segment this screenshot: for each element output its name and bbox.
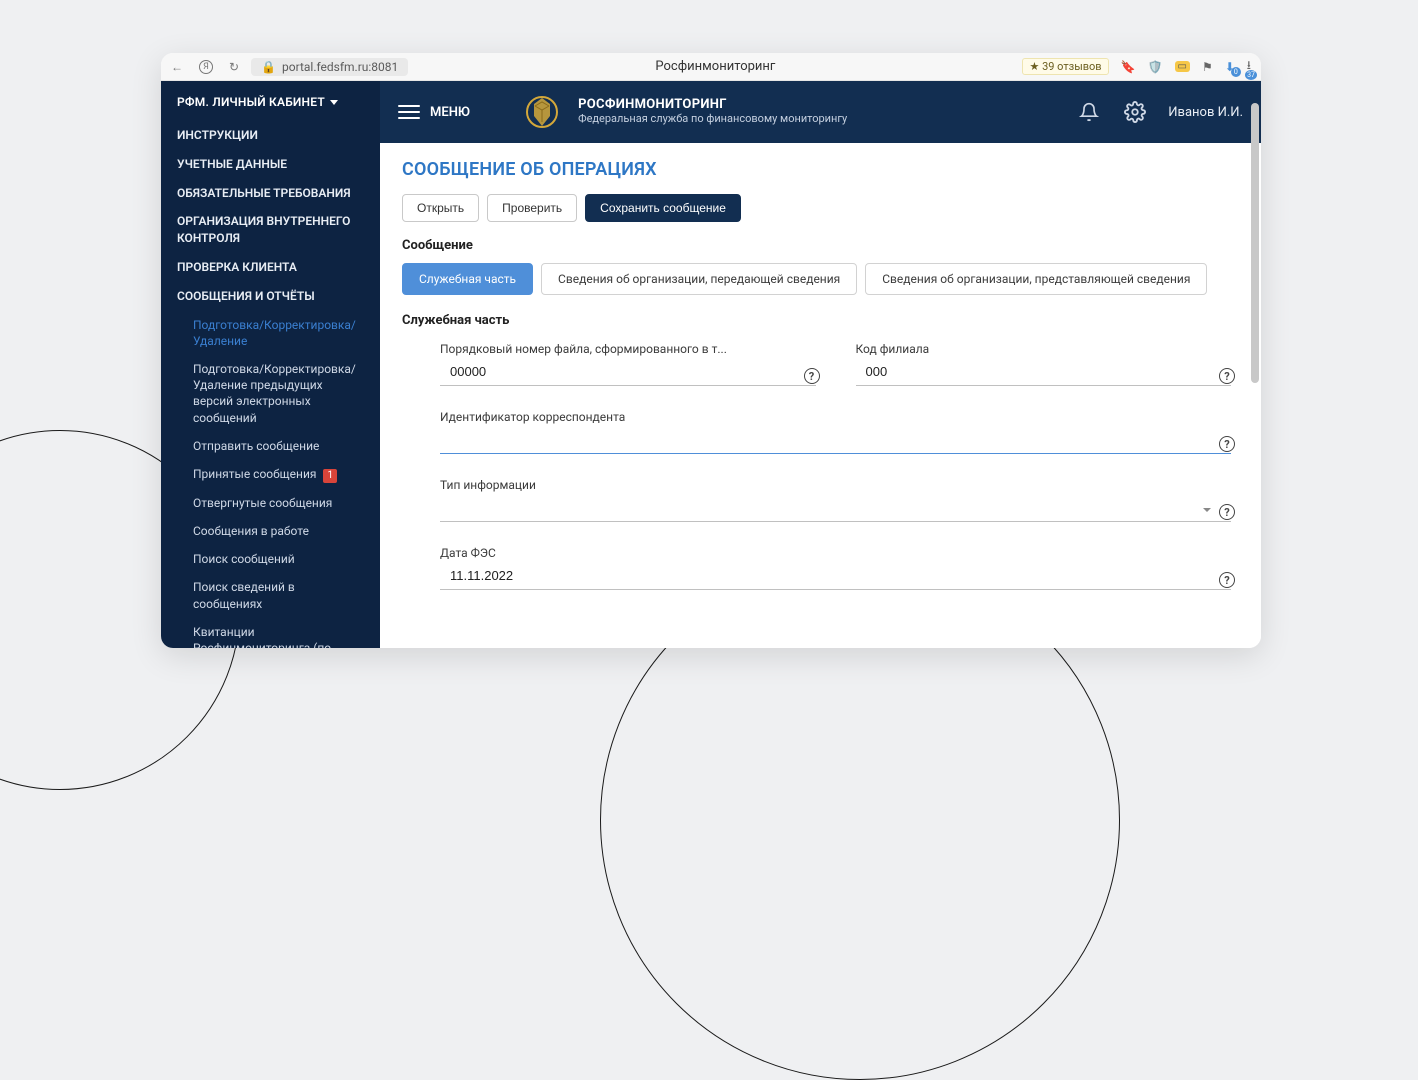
branch-code-label: Код филиала [856,342,1232,356]
file-seq-input[interactable] [440,360,816,386]
sidebar-sub-search-messages[interactable]: Поиск сообщений [161,545,380,573]
help-icon[interactable]: ? [804,368,820,384]
sidebar-sub-in-progress[interactable]: Сообщения в работе [161,517,380,545]
sidebar-item-client-check[interactable]: ПРОВЕРКА КЛИЕНТА [161,253,380,282]
extension-icon-1[interactable]: 🛡️ [1148,60,1163,74]
sidebar-head[interactable]: РФМ. ЛИЧНЫЙ КАБИНЕТ [161,95,380,121]
notifications-icon[interactable] [1076,99,1102,125]
download-icon[interactable]: ⭳37 [1247,56,1251,77]
sidebar-item-messages-reports[interactable]: СООБЩЕНИЯ И ОТЧЁТЫ [161,282,380,311]
address-bar[interactable]: 🔒 portal.fedsfm.ru:8081 [251,58,408,76]
lock-icon: 🔒 [261,60,276,74]
extension-icon-4[interactable]: ⬇0 [1225,60,1235,74]
extension-icon-2[interactable]: ▭ [1175,61,1190,72]
sidebar-item-account-data[interactable]: УЧЕТНЫЕ ДАННЫЕ [161,150,380,179]
sidebar-sub-prepare-edit-delete[interactable]: Подготовка/Корректировка/Удаление [161,311,380,355]
reload-icon[interactable]: ↻ [229,60,239,74]
yandex-icon[interactable]: Я [199,60,213,74]
scrollbar-thumb[interactable] [1251,103,1259,383]
sidebar-sub-send-message[interactable]: Отправить сообщение [161,432,380,460]
form-area: Порядковый номер файла, сформированного … [402,342,1239,590]
back-icon[interactable]: ← [171,60,183,74]
address-text: portal.fedsfm.ru:8081 [282,60,398,74]
branch-code-input[interactable] [856,360,1232,386]
info-type-select[interactable] [440,496,1231,522]
open-button[interactable]: Открыть [402,194,479,222]
sidebar-sub-rejected[interactable]: Отвергнутые сообщения [161,489,380,517]
chevron-down-icon [1203,508,1211,512]
brand: РОСФИНМОНИТОРИНГ Федеральная служба по ф… [520,90,847,134]
tab-org-transmitting[interactable]: Сведения об организации, передающей свед… [541,263,857,295]
sub-title: Служебная часть [402,313,1239,328]
scrollbar[interactable] [1251,83,1259,646]
brand-subtitle: Федеральная служба по финансовому монито… [578,112,847,126]
browser-toolbar: ← Я ↻ 🔒 portal.fedsfm.ru:8081 Росфинмони… [161,53,1261,81]
check-button[interactable]: Проверить [487,194,577,222]
bookmark-icon[interactable]: 🔖 [1121,60,1136,74]
sidebar-sub-search-data[interactable]: Поиск сведений в сообщениях [161,573,380,617]
user-name[interactable]: Иванов И.И. [1168,105,1243,120]
file-seq-label: Порядковый номер файла, сформированного … [440,342,816,356]
menu-label: МЕНЮ [430,105,470,120]
sidebar-item-instructions[interactable]: ИНСТРУКЦИИ [161,121,380,150]
settings-icon[interactable] [1122,99,1148,125]
page-title: СООБЩЕНИЕ ОБ ОПЕРАЦИЯХ [402,159,1239,180]
help-icon[interactable]: ? [1219,436,1235,452]
badge-count: 1 [323,469,337,483]
tab-service-part[interactable]: Служебная часть [402,263,533,295]
fes-date-label: Дата ФЭС [440,546,1231,560]
section-label: Сообщение [402,238,1239,253]
extension-icon-3[interactable]: ⚑ [1202,60,1213,74]
sidebar-head-label: РФМ. ЛИЧНЫЙ КАБИНЕТ [177,95,325,109]
brand-title: РОСФИНМОНИТОРИНГ [578,97,847,112]
tab-org-representing[interactable]: Сведения об организации, представляющей … [865,263,1207,295]
menu-button[interactable]: МЕНЮ [398,105,470,120]
caret-down-icon [330,100,338,105]
help-icon[interactable]: ? [1219,572,1235,588]
browser-window: ← Я ↻ 🔒 portal.fedsfm.ru:8081 Росфинмони… [161,53,1261,648]
info-type-label: Тип информации [440,478,1231,492]
action-row: Открыть Проверить Сохранить сообщение [402,194,1239,222]
page-tab-title: Росфинмониторинг [420,59,1010,74]
save-button[interactable]: Сохранить сообщение [585,194,741,222]
fes-date-input[interactable] [440,564,1231,590]
main-area: МЕНЮ РОСФИНМОНИТОРИНГ Федеральная служба… [380,81,1261,648]
sidebar-item-requirements[interactable]: ОБЯЗАТЕЛЬНЫЕ ТРЕБОВАНИЯ [161,179,380,208]
emblem-icon [520,90,564,134]
tab-row: Служебная часть Сведения об организации,… [402,263,1239,295]
help-icon[interactable]: ? [1219,368,1235,384]
help-icon[interactable]: ? [1219,504,1235,520]
sidebar-sub-receipts[interactable]: Квитанции Росфинмониторинга (по месяцам) [161,618,380,648]
content: СООБЩЕНИЕ ОБ ОПЕРАЦИЯХ Открыть Проверить… [380,143,1261,648]
topbar: МЕНЮ РОСФИНМОНИТОРИНГ Федеральная служба… [380,81,1261,143]
sidebar-sub-prepare-prev-versions[interactable]: Подготовка/Корректировка/Удаление предыд… [161,355,380,432]
sidebar: РФМ. ЛИЧНЫЙ КАБИНЕТ ИНСТРУКЦИИ УЧЕТНЫЕ Д… [161,81,380,648]
hamburger-icon [398,105,420,119]
reviews-badge[interactable]: ★ 39 отзывов [1022,58,1108,75]
sidebar-item-internal-control[interactable]: ОРГАНИЗАЦИЯ ВНУТРЕННЕГО КОНТРОЛЯ [161,207,380,253]
correspondent-id-input[interactable] [440,428,1231,454]
sidebar-sub-accepted[interactable]: Принятые сообщения 1 [161,460,380,489]
correspondent-id-label: Идентификатор корреспондента [440,410,1231,424]
sidebar-sub-label: Принятые сообщения [193,467,316,481]
